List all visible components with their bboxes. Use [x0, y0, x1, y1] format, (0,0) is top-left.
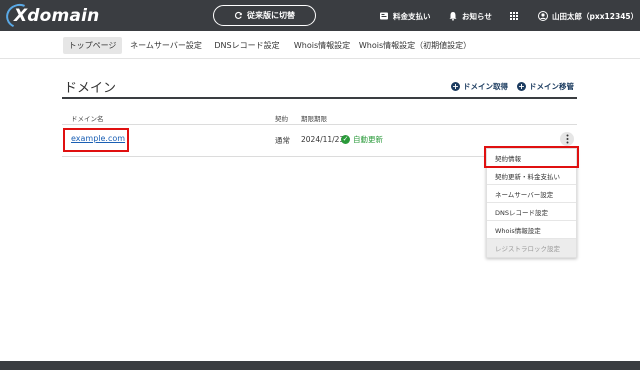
- grid-icon: [510, 12, 518, 20]
- menu-item-nameserver[interactable]: ネームサーバー設定: [487, 185, 576, 203]
- row-actions-button[interactable]: [560, 132, 574, 146]
- transfer-domain-label: ドメイン移管: [529, 82, 574, 91]
- subnav-whois[interactable]: Whois情報設定: [291, 37, 353, 54]
- auto-renew-status: ✓ 自動更新: [341, 134, 383, 145]
- header-notice-label: お知らせ: [462, 11, 492, 21]
- header-payment-label: 料金支払い: [393, 11, 431, 21]
- subnav-whois-default[interactable]: Whois情報設定（初期値設定）: [359, 37, 471, 54]
- expiry-date: 2024/11/23: [301, 135, 345, 144]
- auto-renew-label: 自動更新: [353, 135, 383, 144]
- header-payment-link[interactable]: 料金支払い: [379, 8, 431, 24]
- table-header-divider: [62, 124, 577, 125]
- column-header-expiry: 期限期限: [301, 115, 327, 123]
- subnav-nameserver[interactable]: ネームサーバー設定: [127, 37, 205, 54]
- menu-item-renewal-payment[interactable]: 契約更新・料金支払い: [487, 167, 576, 185]
- user-name-label: 山田太郎（pxx12345）: [552, 11, 639, 21]
- xdomain-logo[interactable]: Xdomain: [2, 0, 99, 32]
- page-title: ドメイン: [64, 81, 117, 96]
- menu-item-dns-record[interactable]: DNSレコード設定: [487, 203, 576, 221]
- user-icon: [538, 11, 548, 21]
- sub-navigation: トップページ ネームサーバー設定 DNSレコード設定 Whois情報設定 Who…: [0, 31, 640, 59]
- plus-circle-icon: +: [451, 82, 460, 91]
- column-header-contract: 契約: [275, 115, 288, 123]
- kebab-menu-icon: [566, 134, 568, 144]
- switch-classic-label: 従来版に切替: [247, 11, 295, 20]
- top-header: Xdomain 従来版に切替 料金支払い お知らせ 山田太郎（pxx12345）: [0, 0, 640, 32]
- header-notice-link[interactable]: お知らせ: [448, 8, 492, 24]
- logo-text: Xdomain: [14, 6, 100, 26]
- highlight-box-contract-info: [484, 146, 579, 168]
- menu-item-whois[interactable]: Whois情報設定: [487, 221, 576, 239]
- check-circle-icon: ✓: [341, 135, 350, 144]
- highlight-box-domain: [63, 128, 129, 152]
- payment-icon: [380, 12, 388, 20]
- refresh-icon: [234, 11, 242, 19]
- acquire-domain-label: ドメイン取得: [463, 82, 508, 91]
- plus-circle-icon: +: [517, 82, 526, 91]
- acquire-domain-button[interactable]: + ドメイン取得: [451, 81, 508, 92]
- user-account-menu[interactable]: 山田太郎（pxx12345）: [538, 8, 638, 24]
- column-header-domain: ドメイン名: [71, 115, 104, 123]
- app-menu-button[interactable]: [509, 8, 519, 24]
- subnav-dns-record[interactable]: DNSレコード設定: [212, 37, 282, 54]
- contract-type: 通常: [275, 136, 290, 145]
- page-footer: [0, 361, 640, 370]
- switch-classic-button[interactable]: 従来版に切替: [213, 5, 316, 26]
- title-divider: [62, 97, 577, 99]
- transfer-domain-button[interactable]: + ドメイン移管: [517, 81, 574, 92]
- subnav-top-page[interactable]: トップページ: [63, 37, 122, 54]
- bell-icon: [449, 12, 457, 21]
- menu-item-registrar-lock: レジストラロック設定: [487, 239, 576, 257]
